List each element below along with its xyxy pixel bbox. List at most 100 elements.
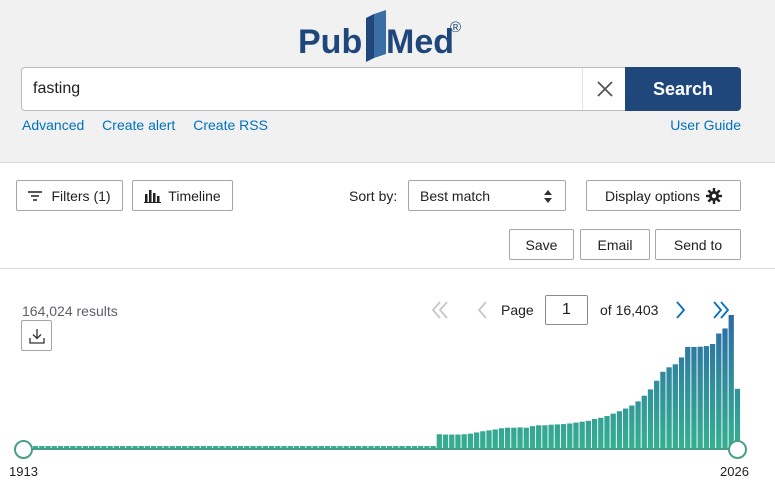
timeline-bar-1976[interactable] <box>424 446 430 448</box>
timeline-bar-2018[interactable] <box>685 346 691 448</box>
timeline-bar-1937[interactable] <box>182 446 188 448</box>
timeline-bar-2019[interactable] <box>691 346 697 448</box>
timeline-bar-1956[interactable] <box>300 446 306 448</box>
timeline-bar-1977[interactable] <box>430 446 436 448</box>
timeline-bar-1913[interactable] <box>33 446 39 448</box>
timeline-bar-2020[interactable] <box>697 346 703 448</box>
timeline-bar-1983[interactable] <box>467 433 474 448</box>
timeline-bar-1989[interactable] <box>505 427 511 448</box>
send-to-button[interactable]: Send to <box>655 229 741 260</box>
timeline-bar-2007[interactable] <box>616 411 623 448</box>
timeline-bar-1975[interactable] <box>418 446 424 448</box>
timeline-bar-1924[interactable] <box>101 446 107 448</box>
timeline-bar-1980[interactable] <box>449 434 455 448</box>
timeline-bar-1922[interactable] <box>88 446 95 448</box>
advanced-link[interactable]: Advanced <box>22 117 84 133</box>
timeline-bar-2008[interactable] <box>623 408 629 448</box>
timeline-bar-1970[interactable] <box>387 446 393 448</box>
timeline-bar-1914[interactable] <box>39 446 45 448</box>
timeline-bar-1969[interactable] <box>380 446 387 448</box>
timeline-bar-1943[interactable] <box>219 446 225 448</box>
timeline-bar-1929[interactable] <box>132 446 138 448</box>
timeline-bar-1950[interactable] <box>262 446 269 448</box>
next-page-button[interactable] <box>671 298 691 322</box>
timeline-bar-1979[interactable] <box>442 434 449 448</box>
timeline-bar-1963[interactable] <box>343 446 349 448</box>
timeline-bar-2001[interactable] <box>579 421 585 448</box>
timeline-bar-1917[interactable] <box>57 446 64 448</box>
timeline-bar-1934[interactable] <box>163 446 169 448</box>
timeline-bar-2009[interactable] <box>629 405 635 448</box>
timeline-bar-1941[interactable] <box>206 446 213 448</box>
timeline-bar-1994[interactable] <box>536 425 542 448</box>
timeline-bar-2016[interactable] <box>672 364 678 448</box>
download-csv-button[interactable] <box>21 320 52 351</box>
timeline-bar-1966[interactable] <box>362 446 368 448</box>
clear-search-button[interactable] <box>582 68 626 110</box>
timeline-bar-1940[interactable] <box>200 446 206 448</box>
timeline-bar-1930[interactable] <box>138 446 144 448</box>
timeline-bar-2021[interactable] <box>703 346 710 448</box>
timeline-bar-1948[interactable] <box>250 446 256 448</box>
last-page-button[interactable] <box>709 298 733 322</box>
timeline-bar-2013[interactable] <box>654 380 660 448</box>
create-alert-link[interactable]: Create alert <box>102 117 175 133</box>
timeline-bar-1945[interactable] <box>231 446 238 448</box>
timeline-bar-1987[interactable] <box>492 429 498 448</box>
timeline-bar-1965[interactable] <box>355 446 362 448</box>
timeline-bar-1926[interactable] <box>113 446 120 448</box>
timeline-bar-1972[interactable] <box>399 446 405 448</box>
timeline-bar-1923[interactable] <box>95 446 101 448</box>
timeline-bar-1927[interactable] <box>119 446 126 448</box>
timeline-bar-1935[interactable] <box>169 446 175 448</box>
timeline-bar-1949[interactable] <box>256 446 262 448</box>
timeline-bar-2011[interactable] <box>641 395 647 448</box>
display-options-button[interactable]: Display options <box>586 180 741 211</box>
timeline-bar-2023[interactable] <box>716 333 722 448</box>
timeline-bar-1959[interactable] <box>318 446 324 448</box>
timeline-bar-1981[interactable] <box>455 434 461 448</box>
timeline-bar-1928[interactable] <box>126 446 132 448</box>
timeline-bar-1992[interactable] <box>523 427 529 448</box>
timeline-start-handle[interactable] <box>14 440 33 459</box>
timeline-bar-2006[interactable] <box>610 413 616 448</box>
timeline-bar-1954[interactable] <box>287 446 293 448</box>
previous-page-button[interactable] <box>472 298 492 322</box>
timeline-bar-1974[interactable] <box>411 446 418 448</box>
timeline-bar-1993[interactable] <box>529 426 536 448</box>
timeline-bar-2003[interactable] <box>591 419 598 448</box>
timeline-bar-1916[interactable] <box>51 446 57 448</box>
timeline-bar-1944[interactable] <box>225 446 231 448</box>
timeline-bar-1939[interactable] <box>194 446 200 448</box>
timeline-bar-2004[interactable] <box>598 417 604 448</box>
email-button[interactable]: Email <box>580 229 650 260</box>
sort-select[interactable]: Best match <box>408 180 566 211</box>
timeline-bar-2022[interactable] <box>709 343 716 448</box>
timeline-bar-1920[interactable] <box>76 446 82 448</box>
first-page-button[interactable] <box>428 298 452 322</box>
timeline-bar-1988[interactable] <box>498 428 505 448</box>
timeline-end-handle[interactable] <box>728 440 747 459</box>
timeline-bar-1973[interactable] <box>405 446 411 448</box>
timeline-bar-1995[interactable] <box>542 425 548 448</box>
timeline-bar-1990[interactable] <box>511 427 517 448</box>
timeline-bar-1962[interactable] <box>337 446 343 448</box>
timeline-bar-1952[interactable] <box>275 446 281 448</box>
timeline-bar-1919[interactable] <box>70 446 76 448</box>
timeline-bar-1999[interactable] <box>567 423 573 448</box>
timeline-bar-1918[interactable] <box>64 446 70 448</box>
save-button[interactable]: Save <box>509 229 574 260</box>
timeline-bar-1968[interactable] <box>374 446 380 448</box>
page-number-input[interactable] <box>545 295 588 325</box>
timeline-bar-2014[interactable] <box>660 371 666 448</box>
timeline-bar-1991[interactable] <box>517 427 523 448</box>
timeline-bar-1984[interactable] <box>473 432 480 448</box>
timeline-button[interactable]: Timeline <box>132 180 233 211</box>
timeline-bar-1996[interactable] <box>548 424 554 448</box>
timeline-bar-2012[interactable] <box>647 389 654 448</box>
timeline-bar-2005[interactable] <box>604 416 610 448</box>
user-guide-link[interactable]: User Guide <box>670 117 741 133</box>
timeline-bar-1951[interactable] <box>269 446 275 448</box>
timeline-bar-1921[interactable] <box>82 446 88 448</box>
timeline-bar-1957[interactable] <box>306 446 312 448</box>
